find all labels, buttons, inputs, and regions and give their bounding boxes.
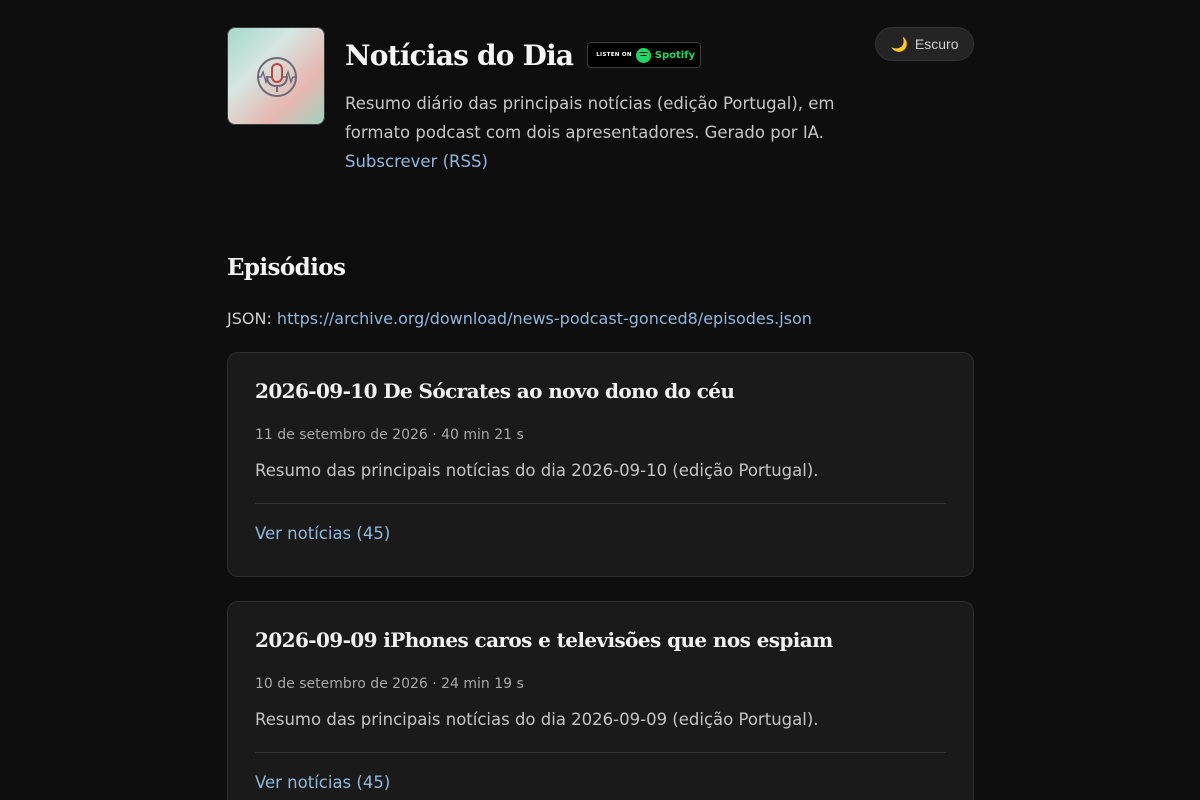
page: Notícias do Dia LISTEN ON Spotify Resumo… bbox=[0, 0, 1200, 800]
main-content: Notícias do Dia LISTEN ON Spotify Resumo… bbox=[227, 27, 974, 800]
episode-title[interactable]: 2026-09-10 De Sócrates ao novo dono do c… bbox=[255, 379, 735, 403]
spotify-listen-text: LISTEN ON bbox=[596, 52, 632, 58]
episode-meta: 10 de setembro de 2026 · 24 min 19 s bbox=[255, 676, 524, 692]
spotify-badge[interactable]: LISTEN ON Spotify bbox=[587, 42, 702, 68]
episodes-heading: Episódios bbox=[227, 254, 346, 281]
json-feed-link[interactable]: https://archive.org/download/news-podcas… bbox=[277, 309, 812, 328]
episode-summary: Resumo das principais notícias do dia 20… bbox=[255, 710, 819, 729]
moon-icon: 🌙 bbox=[890, 35, 908, 52]
episode-title[interactable]: 2026-09-09 iPhones caros e televisões qu… bbox=[255, 628, 833, 652]
podcast-description-block: Resumo diário das principais notícias (e… bbox=[345, 89, 845, 176]
spotify-brand: Spotify bbox=[654, 49, 696, 61]
episode-card: 2026-09-09 iPhones caros e televisões qu… bbox=[227, 601, 974, 800]
podcast-cover bbox=[227, 27, 325, 125]
podcast-info: Notícias do Dia LISTEN ON Spotify Resumo… bbox=[345, 27, 845, 176]
podcast-header: Notícias do Dia LISTEN ON Spotify Resumo… bbox=[227, 27, 974, 177]
episode-divider bbox=[255, 752, 946, 753]
episode-news-link[interactable]: Ver notícias (45) bbox=[255, 524, 390, 543]
title-row: Notícias do Dia LISTEN ON Spotify bbox=[345, 27, 845, 83]
json-label: JSON: bbox=[227, 309, 272, 328]
theme-toggle-button[interactable]: 🌙 Escuro bbox=[875, 27, 974, 61]
podcast-description: Resumo diário das principais notícias (e… bbox=[345, 94, 835, 142]
episode-divider bbox=[255, 503, 946, 504]
episode-summary: Resumo das principais notícias do dia 20… bbox=[255, 461, 819, 480]
json-feed-line: JSON: https://archive.org/download/news-… bbox=[227, 309, 812, 328]
microphone-icon bbox=[257, 57, 297, 97]
episode-news-link[interactable]: Ver notícias (45) bbox=[255, 773, 390, 792]
theme-toggle-label: Escuro bbox=[914, 36, 959, 52]
subscribe-rss-link[interactable]: Subscrever (RSS) bbox=[345, 152, 488, 171]
podcast-title: Notícias do Dia bbox=[345, 38, 574, 72]
episode-meta: 11 de setembro de 2026 · 40 min 21 s bbox=[255, 427, 524, 443]
episode-card: 2026-09-10 De Sócrates ao novo dono do c… bbox=[227, 352, 974, 577]
spotify-icon bbox=[635, 47, 651, 63]
